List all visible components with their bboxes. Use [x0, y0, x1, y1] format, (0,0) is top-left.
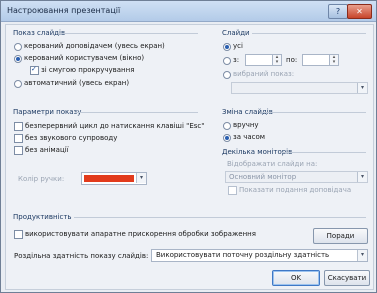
tips-button[interactable]: Поради: [313, 228, 368, 244]
timings-label: за часом: [233, 133, 266, 141]
chevron-down-icon: ▾: [357, 83, 367, 93]
dialog-body: Показ слайдів керований доповідачем (уве…: [5, 24, 374, 290]
title-bar: Настроювання презентації ? ✕: [1, 1, 376, 22]
from-radio[interactable]: [223, 57, 231, 65]
chevron-down-icon: ▾: [357, 172, 367, 182]
resolution-value: Використовувати поточну роздільну здатні…: [156, 251, 330, 259]
no-narration-checkbox[interactable]: [14, 134, 23, 143]
divider: [262, 112, 366, 113]
setup-show-dialog: Настроювання презентації ? ✕ Показ слайд…: [0, 0, 377, 293]
divider: [76, 112, 198, 113]
timings-radio[interactable]: [223, 134, 231, 142]
divider: [74, 217, 366, 218]
resolution-select[interactable]: Використовувати поточну роздільну здатні…: [151, 249, 368, 262]
from-spinner[interactable]: ▴ ▾: [272, 54, 282, 66]
chevron-down-icon: ▾: [357, 250, 367, 261]
hardware-accel-label: використовувати апаратне прискорення обр…: [25, 230, 256, 238]
from-input[interactable]: [245, 54, 273, 66]
to-input[interactable]: [302, 54, 330, 66]
display-on-label: Відображати слайди на:: [227, 160, 318, 168]
divider: [252, 33, 366, 34]
presenter-view-label: Показати подання доповідача: [239, 186, 352, 194]
ok-button[interactable]: OK: [272, 270, 320, 286]
scrollbar-label: зі смугою прокручування: [41, 66, 135, 74]
pen-color-swatch: [84, 175, 134, 182]
window-label: керований користувачем (вікно): [24, 54, 145, 62]
pen-color-picker[interactable]: ▾: [81, 172, 147, 185]
presenter-label: керований доповідачем (увесь екран): [24, 42, 165, 50]
no-animation-label: без анімації: [25, 146, 69, 154]
all-slides-label: усі: [233, 42, 243, 50]
custom-show-select[interactable]: ▾: [231, 82, 368, 94]
no-animation-checkbox[interactable]: [14, 146, 23, 155]
pen-color-label: Колір ручки:: [18, 175, 65, 183]
show-options-heading: Параметри показу: [13, 108, 82, 116]
scrollbar-checkbox[interactable]: [30, 65, 39, 75]
cancel-button[interactable]: Скасувати: [324, 270, 370, 286]
no-narration-label: без звукового супроводу: [25, 134, 118, 142]
chevron-down-icon: ▾: [136, 173, 146, 183]
resolution-label: Роздільна здатність показу слайдів:: [14, 252, 149, 260]
hardware-accel-checkbox[interactable]: [14, 230, 23, 239]
monitor-select[interactable]: Основний монітор ▾: [225, 171, 368, 183]
custom-show-radio[interactable]: [223, 71, 231, 79]
dialog-title: Настроювання презентації: [7, 6, 121, 15]
all-slides-radio[interactable]: [223, 43, 231, 51]
performance-heading: Продуктивність: [13, 213, 72, 221]
presenter-view-checkbox[interactable]: [228, 186, 237, 195]
loop-label: безперервний цикл до натискання клавіші …: [25, 122, 205, 130]
loop-checkbox[interactable]: [14, 122, 23, 131]
from-label: з:: [233, 56, 240, 64]
manual-radio[interactable]: [223, 122, 231, 130]
window-radio[interactable]: [14, 55, 22, 63]
kiosk-radio[interactable]: [14, 80, 22, 88]
slides-heading: Слайди: [222, 29, 250, 37]
custom-show-label: вибраний показ:: [233, 70, 295, 78]
kiosk-label: автоматичний (увесь екран): [24, 79, 130, 87]
to-label: по:: [286, 56, 298, 64]
close-button[interactable]: ✕: [347, 4, 372, 19]
monitor-value: Основний монітор: [229, 173, 297, 181]
manual-label: вручну: [233, 121, 259, 129]
divider: [58, 33, 198, 34]
help-button[interactable]: ?: [328, 4, 348, 19]
divider: [282, 152, 366, 153]
presenter-radio[interactable]: [14, 43, 22, 51]
to-spinner[interactable]: ▴ ▾: [329, 54, 339, 66]
